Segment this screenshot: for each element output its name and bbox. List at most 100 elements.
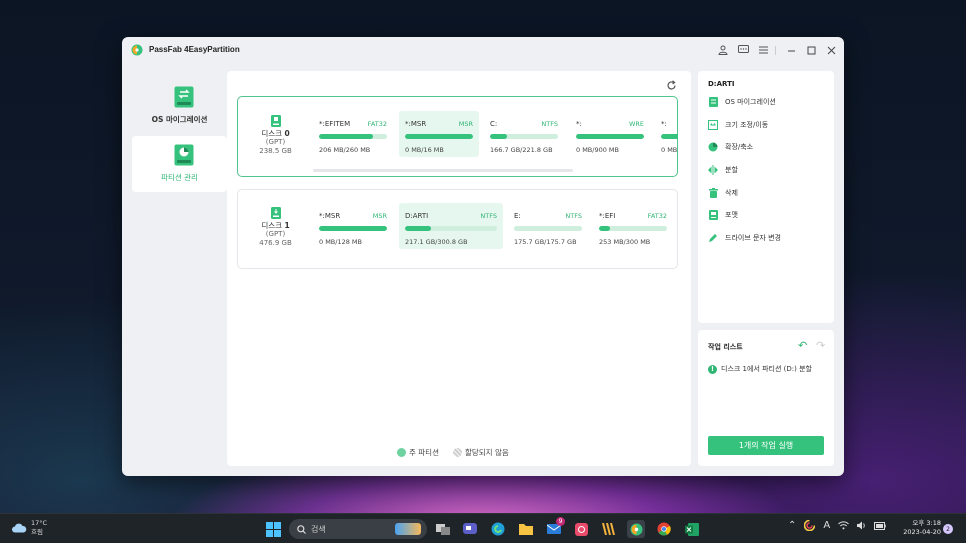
passfab-taskbar-icon[interactable] <box>627 520 645 538</box>
partition-usage-fill <box>490 134 507 139</box>
notification-badge[interactable]: 2 <box>943 524 953 534</box>
selected-partition-title: D:ARTI <box>708 80 735 88</box>
clock-time: 오후 3:18 <box>912 519 941 527</box>
pencil-icon <box>708 233 718 243</box>
ime-indicator[interactable]: A <box>823 520 830 531</box>
operations-panel: D:ARTI OS 마이그레이션 크기 조정/이동 확장/축소 분할 삭제 포맷… <box>698 71 834 323</box>
op-split[interactable]: 분할 <box>708 163 828 177</box>
chat-icon[interactable] <box>461 520 479 538</box>
partition-usage-bar <box>319 134 387 139</box>
app-logo-icon <box>131 44 143 56</box>
redo-icon[interactable]: ↷ <box>816 339 825 352</box>
taskbar-clock[interactable]: 오후 3:18 2023-04-20 <box>897 519 941 537</box>
sidebar-item-partition-management[interactable]: 파티션 관리 <box>132 136 227 192</box>
partition-unnamed[interactable]: *: 0 MB <box>655 111 678 157</box>
excel-icon[interactable] <box>683 520 701 538</box>
volume-icon[interactable] <box>857 521 866 530</box>
op-label: 포맷 <box>725 211 738 219</box>
search-highlight-icon <box>395 523 421 535</box>
chrome-icon[interactable] <box>655 520 673 538</box>
partition-size: 217.1 GB/300.8 GB <box>405 238 468 246</box>
partition-e[interactable]: E: NTFS 175.7 GB/175.7 GB <box>508 203 588 249</box>
op-os-migration[interactable]: OS 마이그레이션 <box>708 95 828 109</box>
os-migration-icon <box>174 86 194 108</box>
close-button[interactable] <box>824 43 838 57</box>
account-icon[interactable] <box>716 43 730 57</box>
partition-name: *: <box>661 120 667 128</box>
start-button[interactable] <box>264 520 282 538</box>
op-format[interactable]: 포맷 <box>708 208 828 222</box>
menu-icon[interactable] <box>756 43 770 57</box>
partition-type: FAT32 <box>647 212 667 220</box>
edge-icon[interactable] <box>489 520 507 538</box>
partition-size: 253 MB/300 MB <box>599 238 651 246</box>
partition-type: NTFS <box>541 120 558 128</box>
sidebar-item-label: 파티션 관리 <box>161 173 198 182</box>
partition-efitem[interactable]: *:EFITEM FAT32 206 MB/260 MB <box>313 111 393 157</box>
partition-name: *: <box>576 120 582 128</box>
op-extend-shrink[interactable]: 확장/축소 <box>708 140 828 154</box>
undo-icon[interactable]: ↶ <box>798 339 807 352</box>
partition-name: *:MSR <box>319 212 341 220</box>
disk-icon <box>270 115 281 127</box>
weather-temp: 17°C <box>31 519 48 527</box>
op-resize-move[interactable]: 크기 조정/이동 <box>708 118 828 132</box>
disk-icon <box>270 207 281 219</box>
disk-name: 디스크 1 <box>261 221 290 230</box>
disk-style: (GPT) <box>265 230 286 238</box>
maximize-button[interactable] <box>804 43 818 57</box>
feedback-icon[interactable] <box>736 43 750 57</box>
system-tray: ⌃ A <box>788 520 886 531</box>
op-delete[interactable]: 삭제 <box>708 186 828 200</box>
op-label: OS 마이그레이션 <box>725 98 776 106</box>
task-list-title: 작업 리스트 <box>708 343 743 351</box>
resize-move-icon <box>708 120 718 130</box>
disk-card-0[interactable]: 디스크 0 (GPT) 238.5 GB *:EFITEM FAT32 206 … <box>237 96 678 177</box>
disk-info: 디스크 0 (GPT) 238.5 GB <box>248 115 303 156</box>
battery-icon[interactable] <box>874 521 886 530</box>
chevron-up-icon[interactable]: ⌃ <box>788 520 796 531</box>
winamp-icon[interactable] <box>600 520 618 538</box>
horizontal-scrollbar[interactable] <box>313 169 573 172</box>
task-label: 디스크 1에서 파티션 (D:) 분할 <box>721 365 812 373</box>
partition-c[interactable]: C: NTFS 166.7 GB/221.8 GB <box>484 111 564 157</box>
partition-d-arti[interactable]: D:ARTI NTFS 217.1 GB/300.8 GB <box>399 203 503 249</box>
partition-msr[interactable]: *:MSR MSR 0 MB/128 MB <box>313 203 393 249</box>
snipping-tool-icon[interactable] <box>572 520 590 538</box>
os-migration-icon <box>708 97 718 107</box>
refresh-icon[interactable] <box>665 79 677 91</box>
legend-swatch <box>397 448 406 457</box>
legend-swatch <box>452 448 462 457</box>
app-window: PassFab 4EasyPartition OS 마이그레이션 파티션 관리 … <box>122 37 844 476</box>
windows-icon <box>265 521 281 537</box>
task-view-icon[interactable] <box>434 520 452 538</box>
task-list-panel: 작업 리스트 ↶ ↷ ! 디스크 1에서 파티션 (D:) 분할 1개의 작업 … <box>698 330 834 466</box>
partition-efi[interactable]: *:EFI FAT32 253 MB/300 MB <box>593 203 673 249</box>
op-label: 크기 조정/이동 <box>725 121 769 129</box>
partition-name: D:ARTI <box>405 212 429 220</box>
partition-type: MSR <box>372 212 387 220</box>
disk-style: (GPT) <box>265 138 286 146</box>
mail-icon[interactable]: 9 <box>545 517 565 538</box>
partition-msr[interactable]: *:MSR MSR 0 MB/16 MB <box>399 111 479 157</box>
minimize-button[interactable] <box>784 43 798 57</box>
file-explorer-icon[interactable] <box>517 520 535 538</box>
wifi-icon[interactable] <box>838 521 850 530</box>
legend-label: 할당되지 않음 <box>464 448 509 457</box>
partition-usage-bar <box>599 226 667 231</box>
cloud-icon <box>12 523 27 533</box>
format-icon <box>708 210 718 220</box>
trash-icon <box>708 188 718 198</box>
weather-widget[interactable]: 17°C 흐림 <box>11 519 47 537</box>
run-tasks-button[interactable]: 1개의 작업 실행 <box>708 436 824 455</box>
partition-type: FAT32 <box>367 120 387 128</box>
taskbar-search[interactable]: 검색 <box>289 519 427 539</box>
op-change-drive-letter[interactable]: 드라이브 문자 변경 <box>708 231 828 245</box>
partition-wre[interactable]: *: WRE 0 MB/900 MB <box>570 111 650 157</box>
colorful-app-tray-icon[interactable] <box>804 520 816 531</box>
partition-type: NTFS <box>565 212 582 220</box>
sidebar-item-os-migration[interactable]: OS 마이그레이션 <box>132 78 227 134</box>
mail-badge: 9 <box>556 517 565 526</box>
disk-card-1[interactable]: 디스크 1 (GPT) 476.9 GB *:MSR MSR 0 MB/128 … <box>237 189 678 269</box>
partition-usage-fill <box>599 226 610 231</box>
